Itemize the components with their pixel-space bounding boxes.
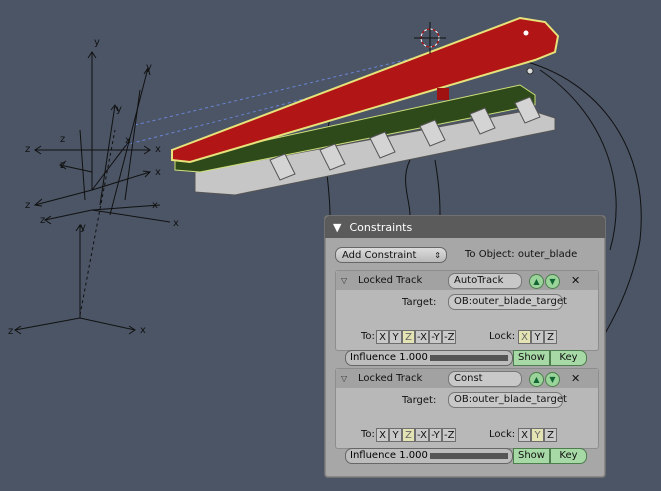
lock-axis-toggles: X Y Z <box>518 428 557 442</box>
svg-text:z: z <box>8 326 13 337</box>
target-field[interactable]: OB:outer_blade_target <box>448 294 567 310</box>
svg-text:z: z <box>25 200 30 211</box>
influence-slider-1[interactable]: Influence 1.000 <box>345 350 513 366</box>
to-axis-toggles: X Y Z -X -Y -Z <box>376 330 457 344</box>
axis-label-y: y <box>94 37 100 48</box>
add-constraint-button[interactable]: Add Constraint ⇕ <box>335 247 447 263</box>
lock-axis-x[interactable]: X <box>518 330 531 344</box>
influence-label: Influence 1.000 <box>350 352 428 363</box>
svg-text:x: x <box>125 135 131 146</box>
target-label: Target: <box>402 297 437 308</box>
show-button-2[interactable]: Show <box>513 448 550 464</box>
to-label: To: <box>361 429 375 440</box>
collapse-triangle-icon[interactable]: ▼ <box>333 221 341 234</box>
lock-axis-toggles: X Y Z <box>518 330 557 344</box>
influence-bar <box>430 355 508 361</box>
constraint-type: Locked Track <box>358 373 423 384</box>
dropdown-arrows-icon: ⇕ <box>434 251 441 260</box>
to-axis-toggles: X Y Z -X -Y -Z <box>376 428 457 442</box>
to-axis-neg-x[interactable]: -X <box>415 428 429 442</box>
show-button-1[interactable]: Show <box>513 350 550 366</box>
to-axis-z[interactable]: Z <box>402 428 415 442</box>
svg-text:x: x <box>140 325 146 336</box>
to-axis-x[interactable]: X <box>376 330 389 344</box>
constraint-expand-icon[interactable]: ▽ <box>341 374 347 383</box>
to-axis-neg-z[interactable]: -Z <box>441 428 457 442</box>
svg-text:z: z <box>60 134 65 145</box>
move-down-icon[interactable]: ▼ <box>545 274 560 289</box>
constraint-block-2: ▽ Locked Track Const ▲ ▼ ✕ Target: OB:ou… <box>335 368 599 449</box>
svg-text:y: y <box>146 62 152 73</box>
target-field[interactable]: OB:outer_blade_target <box>448 392 567 408</box>
to-axis-y[interactable]: Y <box>389 428 402 442</box>
lock-axis-z[interactable]: Z <box>544 330 557 344</box>
svg-text:y: y <box>116 104 122 115</box>
add-constraint-label: Add Constraint <box>342 250 417 261</box>
lock-axis-z[interactable]: Z <box>544 428 557 442</box>
constraints-panel: ▼ Constraints Add Constraint ⇕ To Object… <box>324 215 606 478</box>
influence-label: Influence 1.000 <box>350 450 428 461</box>
to-axis-x[interactable]: X <box>376 428 389 442</box>
key-button-1[interactable]: Key <box>550 350 587 366</box>
svg-text:x: x <box>155 144 161 155</box>
lock-label: Lock: <box>489 429 516 440</box>
panel-title: Constraints <box>349 220 413 234</box>
influence-bar <box>430 453 508 459</box>
to-axis-z[interactable]: Z <box>402 330 415 344</box>
constraint-expand-icon[interactable]: ▽ <box>341 276 347 285</box>
lock-label: Lock: <box>489 331 516 342</box>
svg-text:x: x <box>152 200 158 211</box>
svg-text:x: x <box>173 218 179 229</box>
svg-text:z: z <box>60 160 65 171</box>
constraint-name-field[interactable]: AutoTrack <box>448 273 522 289</box>
panel-header[interactable]: ▼ Constraints <box>325 216 605 238</box>
lock-axis-x[interactable]: X <box>518 428 531 442</box>
move-up-icon[interactable]: ▲ <box>529 274 544 289</box>
to-axis-neg-y[interactable]: -Y <box>428 330 442 344</box>
to-object-label: To Object: outer_blade <box>465 249 578 260</box>
delete-constraint-icon[interactable]: ✕ <box>571 274 580 287</box>
constraint-block-1: ▽ Locked Track AutoTrack ▲ ▼ ✕ Target: O… <box>335 270 599 351</box>
constraint-type: Locked Track <box>358 275 423 286</box>
delete-constraint-icon[interactable]: ✕ <box>571 372 580 385</box>
svg-text:x: x <box>155 167 161 178</box>
svg-text:z: z <box>40 215 45 226</box>
move-down-icon[interactable]: ▼ <box>545 372 560 387</box>
to-axis-y[interactable]: Y <box>389 330 402 344</box>
to-axis-neg-x[interactable]: -X <box>415 330 429 344</box>
key-button-2[interactable]: Key <box>550 448 587 464</box>
to-axis-neg-z[interactable]: -Z <box>441 330 457 344</box>
constraint-name-field[interactable]: Const <box>448 371 522 387</box>
influence-slider-2[interactable]: Influence 1.000 <box>345 448 513 464</box>
lock-axis-y[interactable]: Y <box>531 330 544 344</box>
svg-text:y: y <box>80 222 86 233</box>
to-label: To: <box>361 331 375 342</box>
target-label: Target: <box>402 395 437 406</box>
to-axis-neg-y[interactable]: -Y <box>428 428 442 442</box>
move-up-icon[interactable]: ▲ <box>529 372 544 387</box>
svg-text:z: z <box>25 144 30 155</box>
lock-axis-y[interactable]: Y <box>531 428 544 442</box>
